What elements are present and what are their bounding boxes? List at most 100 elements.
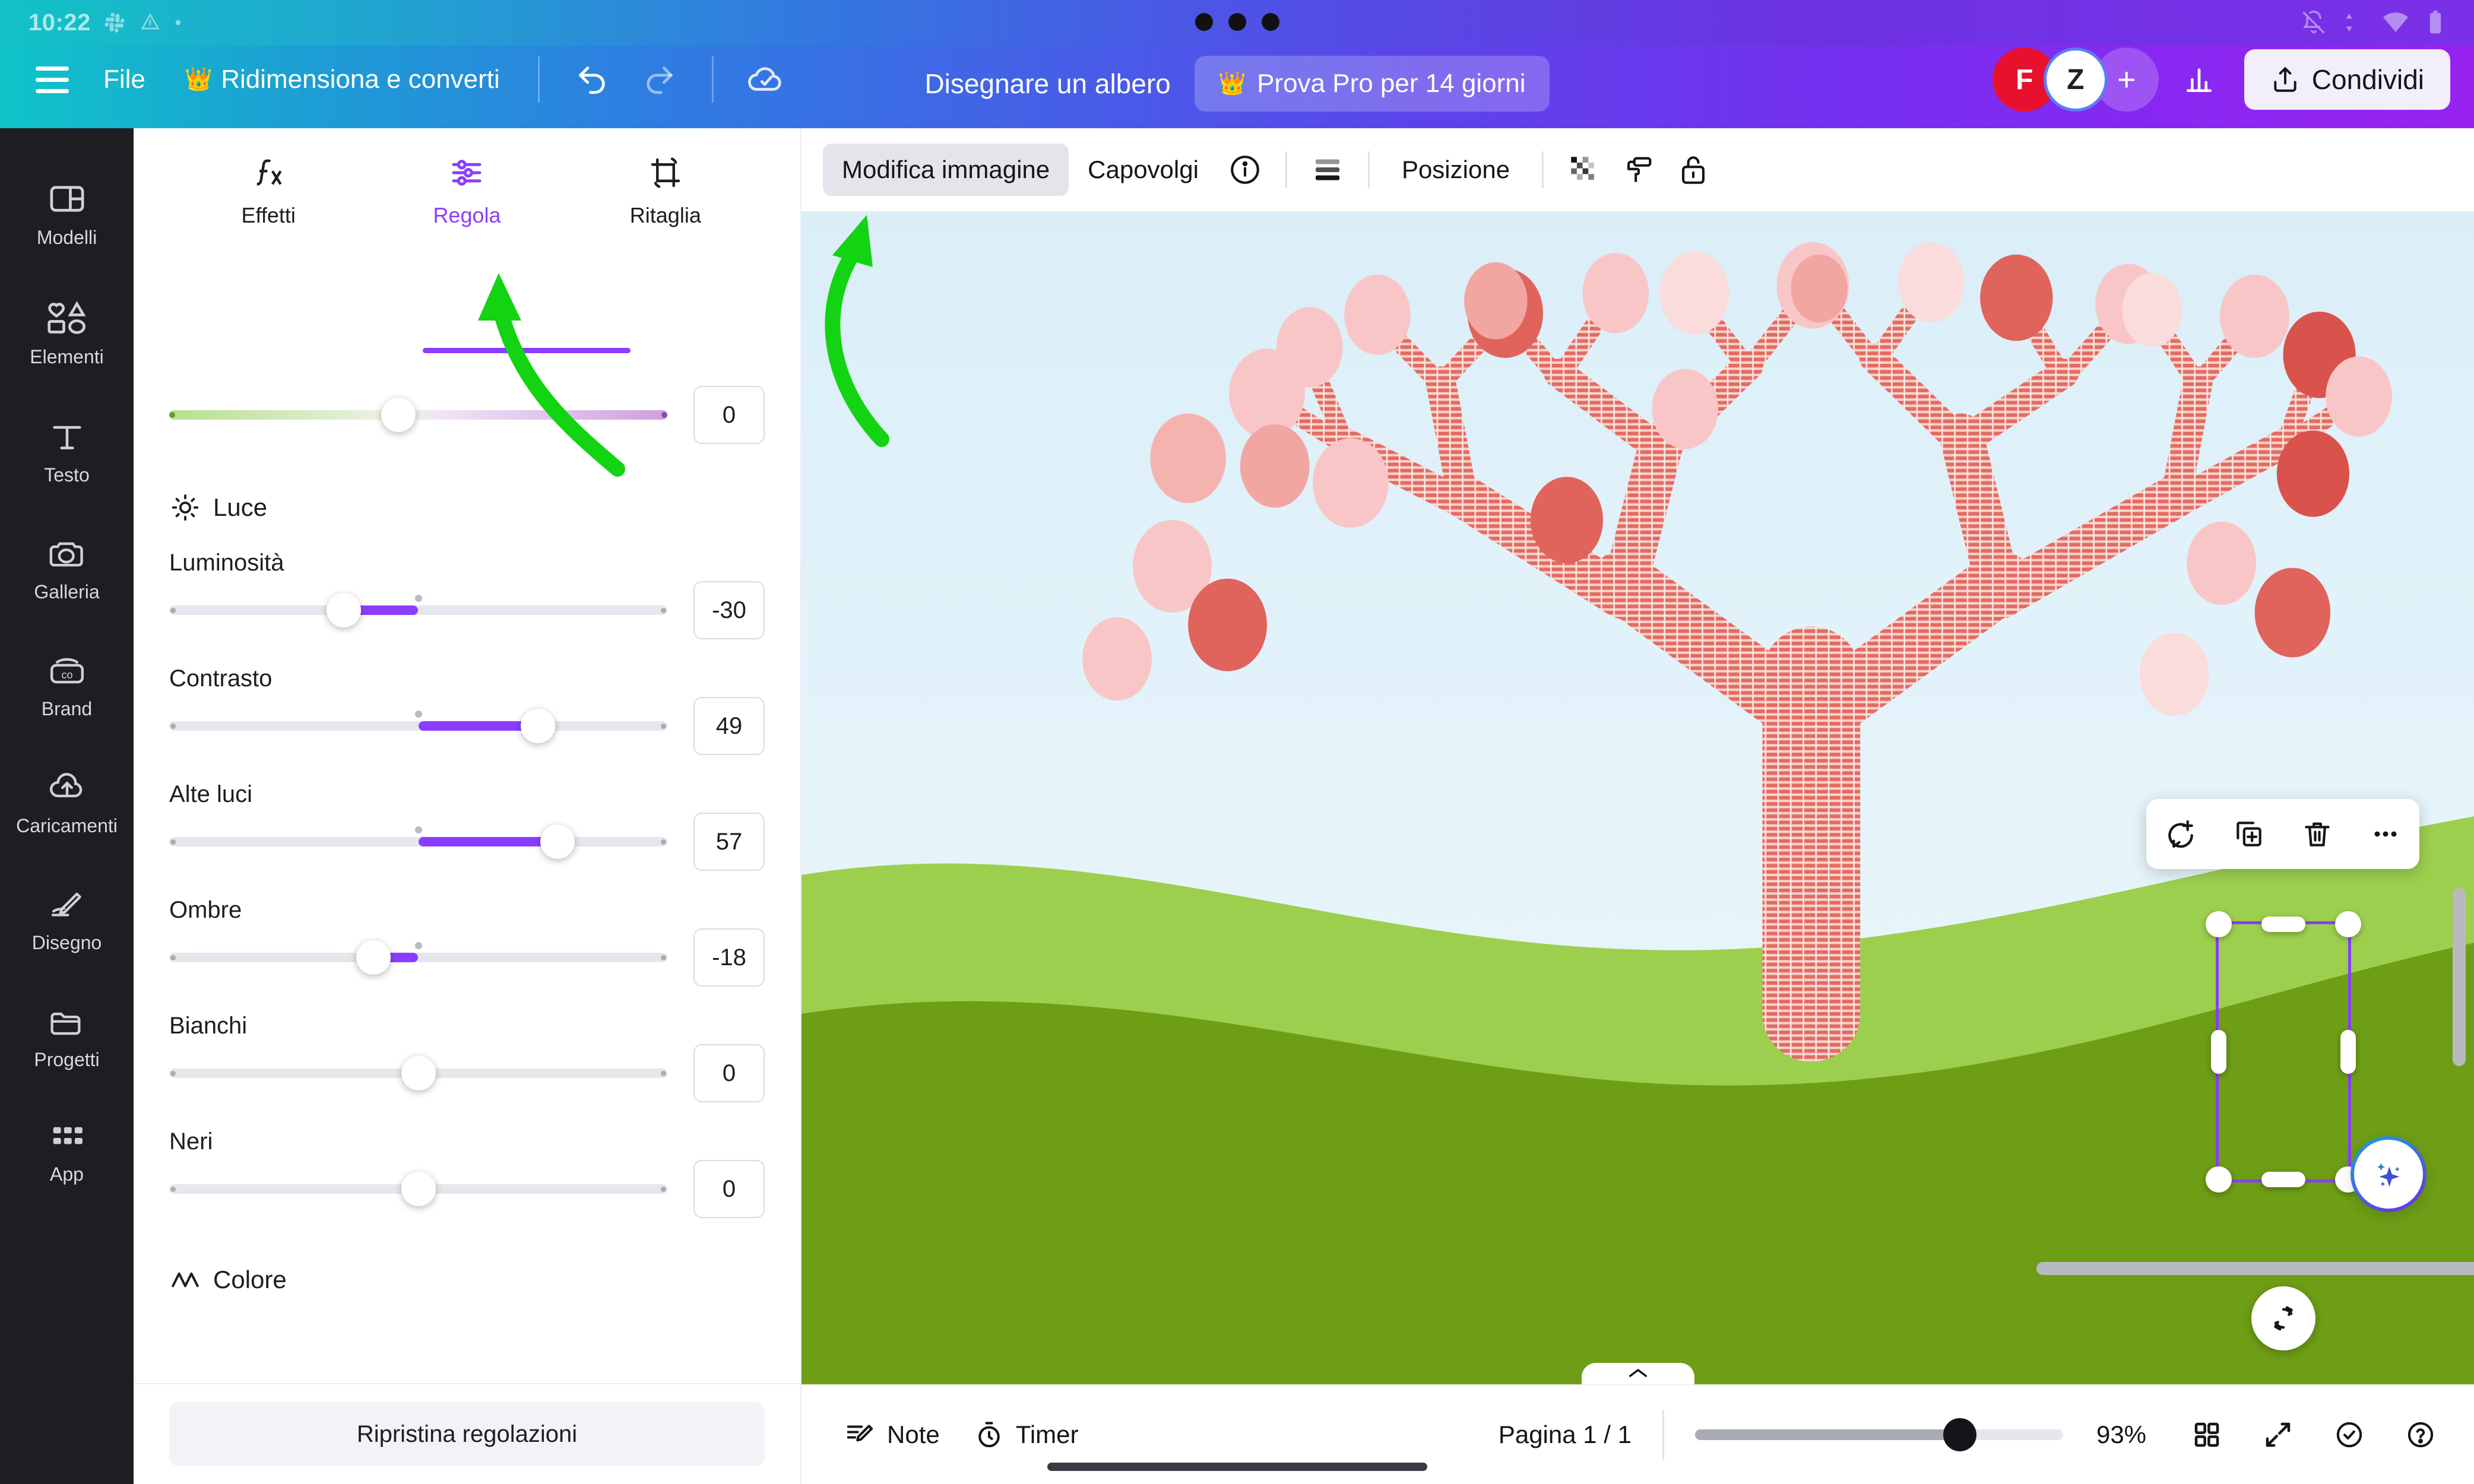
info-button[interactable] — [1218, 142, 1272, 197]
edit-image-button[interactable]: Modifica immagine — [823, 144, 1069, 196]
cloud-saved-button[interactable] — [735, 49, 797, 110]
canvas-viewport[interactable] — [802, 211, 2474, 1384]
resize-handle-bottom-left[interactable] — [2206, 1166, 2232, 1193]
dot-icon — [1195, 13, 1213, 31]
resize-handle-bottom[interactable] — [2261, 1172, 2305, 1187]
notes-button[interactable]: Note — [828, 1409, 956, 1460]
copy-style-button[interactable] — [1611, 142, 1666, 197]
slider-track[interactable] — [169, 1056, 667, 1090]
color-section-header[interactable]: Colore — [169, 1266, 765, 1294]
share-upload-icon — [2274, 67, 2296, 92]
approve-button[interactable] — [2322, 1407, 2377, 1462]
document-title[interactable]: Disegnare un albero — [924, 68, 1170, 100]
canvas-vertical-scrollbar[interactable] — [2453, 888, 2466, 1066]
slider-label: Ombre — [169, 897, 242, 923]
help-circle-icon — [2408, 1422, 2434, 1448]
light-section-header: Luce — [169, 492, 765, 524]
magic-sparkles-icon — [2377, 1163, 2400, 1187]
redo-button[interactable] — [629, 49, 690, 110]
slider-value-input[interactable]: 49 — [693, 697, 765, 755]
slider-track[interactable] — [169, 709, 667, 743]
resize-handle-right[interactable] — [2340, 1030, 2356, 1074]
lock-button[interactable] — [1666, 142, 1721, 197]
dot-icon — [174, 18, 182, 27]
tab-ritaglia[interactable]: Ritaglia — [566, 141, 765, 228]
resize-convert-button[interactable]: 👑 Ridimensiona e converti — [168, 54, 517, 105]
more-options-button[interactable] — [2358, 807, 2413, 861]
sidebar-item-modelli[interactable]: Modelli — [0, 164, 134, 262]
sidebar-item-disegno[interactable]: Disegno — [0, 871, 134, 967]
resize-handle-top-left[interactable] — [2206, 911, 2232, 937]
slider-knob[interactable] — [520, 709, 555, 743]
design-page[interactable] — [802, 211, 2474, 1384]
zoom-slider[interactable] — [1695, 1418, 2063, 1451]
resize-handle-top[interactable] — [2261, 917, 2305, 932]
tab-regola[interactable]: Regola — [368, 141, 566, 228]
fullscreen-button[interactable] — [2251, 1407, 2305, 1462]
selected-element-bounds[interactable] — [2206, 911, 2361, 1193]
transparency-button[interactable] — [1557, 142, 1611, 197]
tab-effetti[interactable]: Effetti — [169, 141, 368, 228]
slider-value-input[interactable]: 0 — [693, 1160, 765, 1218]
resize-handle-left[interactable] — [2211, 1030, 2226, 1074]
left-sidebar: Modelli Elementi Testo Galleria co Brand… — [0, 128, 134, 1484]
sidebar-item-caricamenti[interactable]: Caricamenti — [0, 754, 134, 850]
slider-value-input[interactable]: -18 — [693, 928, 765, 987]
slider-value-input[interactable]: 0 — [693, 1044, 765, 1102]
slider-track[interactable] — [169, 593, 667, 627]
timer-icon — [978, 1422, 1000, 1448]
resize-handle-top-right[interactable] — [2335, 911, 2361, 937]
bar-chart-icon — [2186, 68, 2212, 93]
reset-adjustments-button[interactable]: Ripristina regolazioni — [169, 1402, 765, 1466]
svg-text:co: co — [61, 669, 72, 681]
slider-default-marker — [414, 711, 422, 718]
sidebar-item-testo[interactable]: Testo — [0, 402, 134, 499]
data-transfer-icon — [2346, 14, 2352, 31]
hamburger-menu-button[interactable] — [24, 51, 81, 108]
share-button[interactable]: Condividi — [2244, 49, 2450, 110]
slider-default-marker — [414, 595, 422, 602]
slider-track[interactable] — [169, 1172, 667, 1206]
position-button[interactable]: Posizione — [1383, 144, 1529, 196]
sidebar-item-app[interactable]: App — [0, 1105, 134, 1198]
delete-button[interactable] — [2290, 807, 2345, 861]
sidebar-item-brand[interactable]: co Brand — [0, 638, 134, 733]
avatar[interactable]: Z — [2043, 47, 2108, 112]
zoom-slider-knob[interactable] — [1943, 1418, 1977, 1451]
duotone-slider-track[interactable] — [169, 398, 667, 432]
duotone-slider-knob[interactable] — [381, 398, 416, 432]
sidebar-item-galleria[interactable]: Galleria — [0, 521, 134, 616]
sidebar-item-elementi[interactable]: Elementi — [0, 283, 134, 381]
panel-footer: Ripristina regolazioni — [134, 1383, 800, 1484]
slider-knob[interactable] — [401, 1172, 436, 1206]
help-button[interactable] — [2393, 1407, 2448, 1462]
slider-value-input[interactable]: 57 — [693, 813, 765, 871]
add-comment-button[interactable] — [2153, 807, 2208, 861]
track-endcap — [170, 1187, 176, 1192]
timer-button[interactable]: Timer — [956, 1409, 1095, 1460]
slider-value-input[interactable]: -30 — [693, 581, 765, 639]
duplicate-button[interactable] — [2222, 807, 2276, 861]
insights-button[interactable] — [2168, 49, 2230, 110]
flip-button[interactable]: Capovolgi — [1069, 144, 1218, 196]
undo-button[interactable] — [561, 49, 623, 110]
pro-trial-button[interactable]: 👑 Prova Pro per 14 giorni — [1194, 56, 1550, 112]
zoom-slider-fill — [1695, 1429, 1960, 1440]
layers-button[interactable] — [1300, 142, 1355, 197]
sidebar-item-progetti[interactable]: Progetti — [0, 988, 134, 1084]
slider-knob[interactable] — [401, 1056, 436, 1090]
hamburger-icon — [36, 66, 69, 71]
slider-knob[interactable] — [356, 940, 391, 975]
sidebar-item-label: Disegno — [31, 932, 102, 953]
magic-ai-button[interactable] — [2351, 1136, 2427, 1212]
file-menu-button[interactable]: File — [87, 54, 162, 105]
grid-view-button[interactable] — [2180, 1407, 2234, 1462]
slider-track[interactable] — [169, 825, 667, 859]
track-endcap — [170, 1071, 176, 1076]
duotone-value-input[interactable]: 0 — [693, 386, 765, 444]
slider-knob[interactable] — [326, 593, 361, 627]
canvas-horizontal-scrollbar[interactable] — [2036, 1262, 2474, 1275]
slider-track[interactable] — [169, 940, 667, 975]
slider-knob[interactable] — [540, 825, 575, 859]
rotate-handle[interactable] — [2251, 1286, 2315, 1350]
